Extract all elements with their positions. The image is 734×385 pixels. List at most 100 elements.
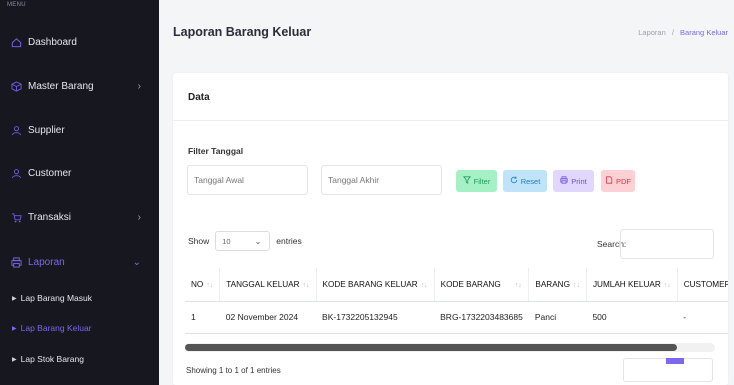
filter-button[interactable]: Filter (456, 170, 497, 192)
table-cell: BK-1732205132945 (316, 301, 435, 334)
home-icon (10, 36, 22, 48)
chevron-right-icon: › (137, 80, 141, 92)
sort-icon: ↑↓ (206, 281, 214, 289)
table-info: Showing 1 to 1 of 1 entries (186, 366, 281, 375)
column-header-kode-barang[interactable]: KODE BARANG ↑↓ (434, 268, 530, 302)
data-table: NO ↑↓ TANGGAL KELUAR ↑↓ KODE BARANG KELUAR… (185, 268, 728, 334)
table-cell: 02 November 2024 (219, 301, 317, 334)
chevron-down-icon: ⌄ (132, 256, 141, 268)
breadcrumb-current: Barang Keluar (680, 28, 728, 37)
sidebar: MENU Dashboard Master Barang › Supplier (0, 0, 159, 385)
file-pdf-icon (605, 176, 613, 186)
column-header-kode-barang-keluar[interactable]: KODE BARANG KELUAR ↑↓ (316, 268, 435, 302)
column-header-label: NO (191, 279, 204, 289)
sidebar-subitem-label: Lap Barang Masuk (20, 293, 92, 303)
menu-label: MENU (7, 2, 26, 8)
caret-right-icon: ▶ (12, 325, 17, 332)
sort-icon: ↑↓ (514, 281, 522, 289)
search-input[interactable] (620, 229, 714, 259)
entries-label: entries (276, 236, 302, 246)
column-header-label: KODE BARANG KELUAR (322, 279, 418, 289)
pdf-button[interactable]: PDF (601, 170, 635, 192)
breadcrumb: Laporan / Barang Keluar (638, 28, 728, 37)
data-card: Data Filter Tanggal Tanggal Awal Tanggal… (173, 73, 728, 385)
sidebar-item-label: Laporan (28, 256, 65, 268)
table-cell: 500 (586, 301, 678, 334)
entries-select-value: 10 (222, 236, 231, 246)
column-header-tanggal-keluar[interactable]: TANGGAL KELUAR ↑↓ (219, 268, 317, 302)
chevron-right-icon: › (137, 211, 141, 223)
sidebar-item-master-barang[interactable]: Master Barang › (0, 76, 159, 96)
table-header-row: NO ↑↓ TANGGAL KELUAR ↑↓ KODE BARANG KELUAR… (185, 268, 728, 302)
table-container: NO ↑↓ TANGGAL KELUAR ↑↓ KODE BARANG KELUAR… (185, 268, 728, 344)
scrollbar-thumb[interactable] (185, 344, 677, 351)
entries-select[interactable]: 10 ⌄ (215, 231, 271, 251)
column-header-barang[interactable]: BARANG ↑↓ (528, 268, 587, 302)
page: MENU Dashboard Master Barang › Supplier (0, 0, 734, 385)
sort-icon: ↑↓ (572, 281, 580, 289)
sidebar-item-supplier[interactable]: Supplier (0, 120, 159, 140)
sidebar-subitem-lap-barang-masuk[interactable]: ▶ Lap Barang Masuk (12, 293, 92, 303)
pagination-active-page[interactable] (666, 358, 684, 364)
column-header-label: JUMLAH KELUAR (592, 279, 661, 289)
table-cell: 1 (185, 301, 220, 334)
pdf-button-label: PDF (616, 176, 631, 186)
sidebar-item-label: Customer (28, 167, 72, 179)
card-title: Data (188, 92, 210, 103)
refresh-icon (510, 176, 518, 186)
sidebar-subitem-lap-barang-keluar[interactable]: ▶ Lap Barang Keluar (12, 323, 92, 333)
sidebar-subitem-lap-stok-barang[interactable]: ▶ Lap Stok Barang (12, 354, 84, 364)
page-header: Laporan Barang Keluar Laporan / Barang K… (159, 0, 734, 60)
page-title: Laporan Barang Keluar (173, 25, 312, 39)
sidebar-item-label: Dashboard (28, 36, 77, 48)
print-button[interactable]: Print (553, 170, 594, 192)
card-header: Data (173, 73, 728, 121)
sort-icon: ↑↓ (663, 281, 671, 289)
breadcrumb-parent[interactable]: Laporan (638, 28, 666, 37)
user-icon (10, 167, 22, 179)
column-header-label: CUSTOMER (683, 279, 728, 289)
column-header-label: BARANG (535, 279, 570, 289)
box-icon (10, 80, 22, 92)
sidebar-subitem-label: Lap Stok Barang (20, 354, 84, 364)
sidebar-item-customer[interactable]: Customer (0, 163, 159, 183)
printer-icon (10, 256, 22, 268)
caret-right-icon: ▶ (12, 356, 17, 363)
table-cell: BRG-1732203483685 (434, 301, 529, 334)
start-date-placeholder: Tanggal Awal (194, 175, 244, 185)
sidebar-subitem-label: Lap Barang Keluar (20, 323, 92, 333)
sidebar-item-transaksi[interactable]: Transaksi › (0, 207, 159, 227)
table-cell: - (677, 301, 728, 334)
sidebar-item-label: Master Barang (28, 80, 94, 92)
end-date-placeholder: Tanggal Akhir (328, 175, 380, 185)
entries-length-control: Show 10 ⌄ entries (188, 231, 302, 251)
sidebar-item-label: Supplier (28, 124, 65, 136)
pagination (623, 358, 713, 382)
table-row: 1 02 November 2024 BK-1732205132945 BRG-… (185, 301, 728, 334)
sidebar-item-laporan[interactable]: Laporan ⌄ (0, 252, 159, 272)
show-label: Show (188, 236, 210, 246)
breadcrumb-separator: / (671, 28, 674, 37)
column-header-label: KODE BARANG (440, 279, 501, 289)
column-header-customer[interactable]: CUSTOMER↑↓ (677, 268, 728, 302)
horizontal-scrollbar[interactable] (185, 343, 715, 352)
table-cell: Panci (528, 301, 587, 334)
print-button-label: Print (571, 176, 587, 186)
column-header-label: TANGGAL KELUAR (226, 279, 300, 289)
sort-icon: ↑↓ (420, 281, 428, 289)
reset-button[interactable]: Reset (503, 170, 547, 192)
sidebar-item-dashboard[interactable]: Dashboard (0, 32, 159, 52)
filter-icon (462, 176, 471, 186)
column-header-no[interactable]: NO ↑↓ (185, 268, 221, 302)
filter-button-label: Filter (473, 176, 491, 186)
user-icon (10, 124, 22, 136)
chevron-down-icon: ⌄ (254, 236, 262, 246)
end-date-input[interactable]: Tanggal Akhir (321, 165, 442, 195)
start-date-input[interactable]: Tanggal Awal (187, 165, 308, 195)
caret-right-icon: ▶ (12, 295, 17, 302)
column-header-jumlah-keluar[interactable]: JUMLAH KELUAR ↑↓ (586, 268, 678, 302)
cart-icon (10, 211, 22, 223)
filter-label: Filter Tanggal (188, 146, 244, 156)
reset-button-label: Reset (520, 176, 541, 186)
printer-icon (560, 176, 568, 186)
